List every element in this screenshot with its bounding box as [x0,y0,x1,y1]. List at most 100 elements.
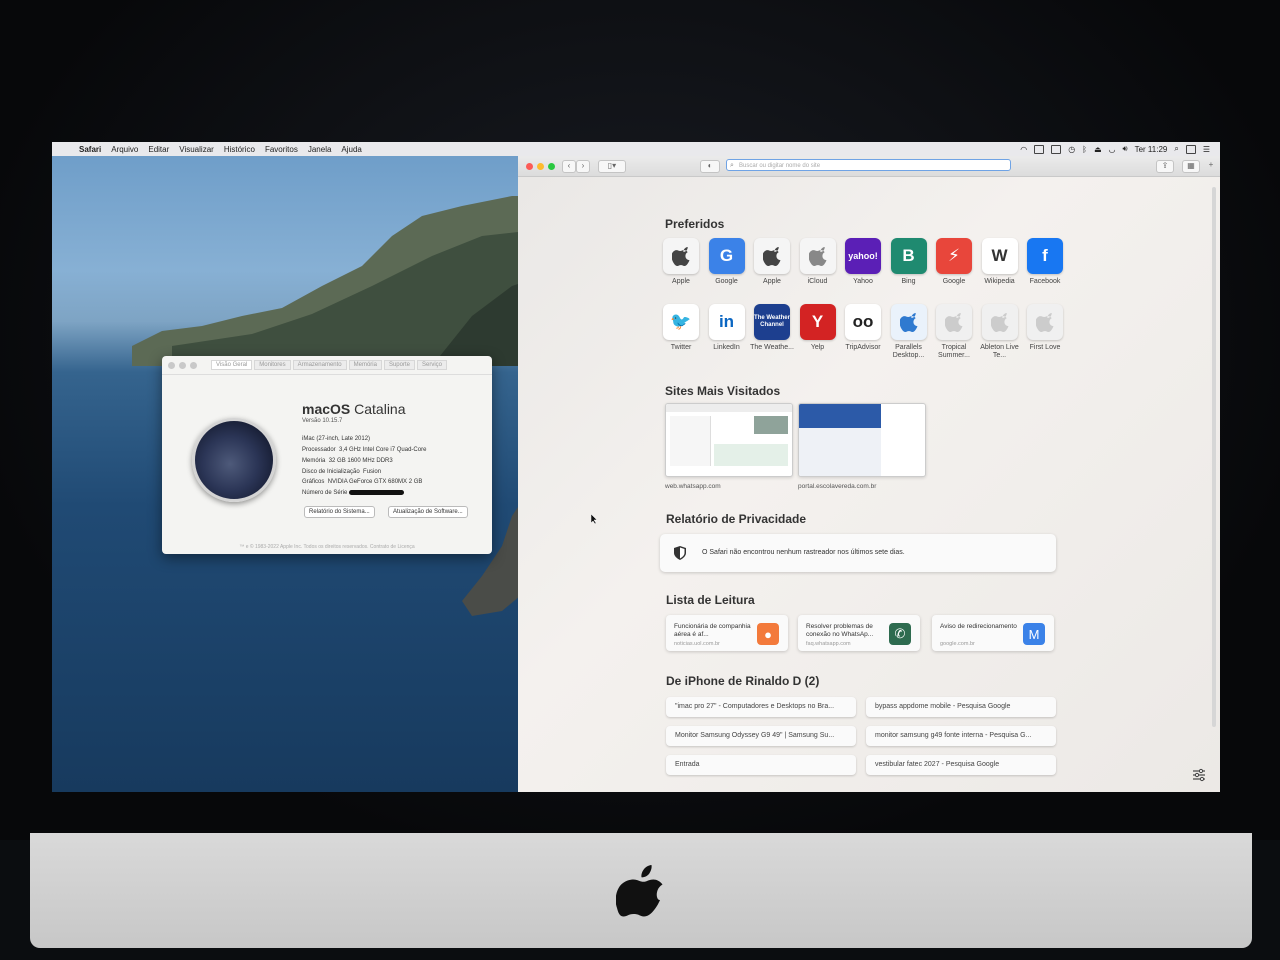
menu-historico[interactable]: Histórico [219,145,260,154]
close-button[interactable] [168,361,175,369]
about-this-mac-window: Visão Geral Monitores Armazenamento Memó… [162,356,492,554]
favorite-label: Google [715,278,738,285]
favorite-icon: in [708,304,745,340]
favorite-item[interactable]: Ableton Live Te... [977,304,1023,360]
thumb-chat-area [714,444,788,466]
favorite-item[interactable]: First Love [1022,304,1068,352]
favorite-item[interactable]: B Bing [886,238,932,286]
clock[interactable]: Ter 11:29 [1135,145,1168,154]
tab-suporte[interactable]: Suporte [383,360,415,370]
iphone-tab-item[interactable]: monitor samsung g49 fonte interna - Pesq… [866,726,1056,746]
most-visited-tile[interactable] [665,403,793,477]
favorite-icon: f [1027,238,1063,274]
favorite-icon: B [890,238,927,274]
sidebar-toggle-icon[interactable]: ▯▾ [598,160,626,173]
favorite-item[interactable]: ⚡ Google [931,238,977,286]
spec-label: Disco de Inicialização [302,469,360,475]
favorite-item[interactable]: G Google [704,238,750,286]
user-icon[interactable] [1185,144,1196,154]
minimize-button[interactable] [179,361,186,369]
close-button[interactable] [526,163,533,170]
favorite-item[interactable]: W Wikipedia [977,238,1023,286]
favorite-item[interactable]: Apple [749,238,795,286]
favorite-label: Bing [901,278,916,285]
privacy-title: Relatório de Privacidade [666,512,807,526]
airplay-icon[interactable] [1051,144,1062,154]
tab-overview-icon[interactable]: ▦ [1182,160,1200,173]
software-update-button[interactable]: Atualização de Software... [388,506,468,518]
iphone-tab-item[interactable]: Monitor Samsung Odyssey G9 49" | Samsung… [666,726,856,746]
forward-button[interactable]: › [576,160,590,173]
eject-icon[interactable]: ⏏ [1094,145,1102,154]
notification-center-icon[interactable]: ☰ [1203,145,1210,154]
reading-item-title: Aviso de redirecionamento [940,623,1017,630]
tab-monitores[interactable]: Monitores [254,360,291,370]
favorite-label: Twitter [670,344,692,351]
favorite-icon [799,238,836,274]
favorite-item[interactable]: Parallels Desktop... [886,304,932,360]
wifi-status-icon[interactable]: ◡ [1109,145,1116,154]
spec-label: Processador [302,447,336,453]
favorite-item[interactable]: in LinkedIn [704,304,750,352]
favorite-icon [754,238,790,274]
favorite-item[interactable]: oo TripAdvisor [840,304,886,352]
favorite-item[interactable]: The Weather Channel The Weathe... [749,304,795,352]
favorite-label: iCloud [807,278,828,285]
tab-servico[interactable]: Serviço [416,360,447,370]
menu-favoritos[interactable]: Favoritos [260,145,303,154]
wifi-icon[interactable]: ◠ [1020,145,1027,154]
minimize-button[interactable] [537,163,544,170]
screen: Safari Arquivo Editar Visualizar Históri… [52,142,1220,792]
favorite-icon: ⚡ [936,238,972,274]
privacy-report-icon[interactable]: ◐ [700,160,720,173]
favorite-label: The Weathe... [750,344,794,351]
reading-list-item[interactable]: Aviso de redirecionamento google.com.br M [932,615,1054,651]
reading-list-item[interactable]: Funcionária de companhia aérea é af... no… [666,615,788,651]
spec-memory: Memória 32 GB 1600 MHz DDR3 [302,458,393,464]
display-icon[interactable] [1034,144,1045,154]
favorite-item[interactable]: Apple [658,238,704,286]
menu-safari[interactable]: Safari [74,145,106,154]
reading-item-title: Resolver problemas de conexão no WhatsAp… [806,623,874,638]
favorite-item[interactable]: Y Yelp [795,304,841,352]
system-report-button[interactable]: Relatório do Sistema... [304,506,375,518]
tab-visao-geral[interactable]: Visão Geral [211,360,253,370]
menu-arquivo[interactable]: Arquivo [106,145,143,154]
iphone-tab-item[interactable]: vestibular fatec 2027 - Pesquisa Google [866,755,1056,775]
zoom-button[interactable] [190,361,197,369]
favorite-item[interactable]: yahoo! Yahoo [840,238,886,286]
new-tab-icon[interactable]: + [1206,160,1216,171]
menu-visualizar[interactable]: Visualizar [174,145,219,154]
favorite-item[interactable]: 🐦 Twitter [658,304,704,352]
menu-editar[interactable]: Editar [143,145,174,154]
favorite-icon: oo [845,304,881,340]
url-bar[interactable]: ⌕ Buscar ou digitar nome do site [726,159,1011,171]
menu-janela[interactable]: Janela [303,145,337,154]
iphone-tab-item[interactable]: Entrada [666,755,856,775]
favorite-item[interactable]: iCloud [795,238,841,286]
spec-graphics: Gráficos NVIDIA GeForce GTX 680MX 2 GB [302,479,422,485]
volume-icon[interactable]: 🔊︎ [1123,144,1128,154]
share-icon[interactable]: ⇪ [1156,160,1174,173]
favorite-item[interactable]: f Facebook [1022,238,1068,286]
os-version: Versão 10.15.7 [302,418,343,424]
time-machine-icon[interactable]: ◷ [1068,145,1075,154]
iphone-tab-item[interactable]: "imac pro 27" - Computadores e Desktops … [666,697,856,717]
reading-list-item[interactable]: Resolver problemas de conexão no WhatsAp… [798,615,920,651]
privacy-report-card[interactable]: O Safari não encontrou nenhum rastreador… [660,534,1056,572]
thumb-image [754,416,788,434]
favorite-label: Wikipedia [984,278,1015,285]
most-visited-tile[interactable] [798,403,926,477]
spotlight-icon[interactable]: ⌕ [1174,144,1178,154]
back-button[interactable]: ‹ [562,160,576,173]
favorite-item[interactable]: Tropical Summer... [931,304,977,360]
os-name-bold: macOS [302,401,351,417]
tab-memoria[interactable]: Memória [348,360,382,370]
bluetooth-icon[interactable]: ᛒ [1082,145,1087,154]
tab-armazenamento[interactable]: Armazenamento [292,360,347,370]
menu-ajuda[interactable]: Ajuda [336,145,366,154]
iphone-tab-item[interactable]: bypass appdome mobile - Pesquisa Google [866,697,1056,717]
start-page-settings-icon[interactable] [1192,768,1206,782]
zoom-button[interactable] [548,163,555,170]
scrollbar[interactable] [1212,187,1216,727]
